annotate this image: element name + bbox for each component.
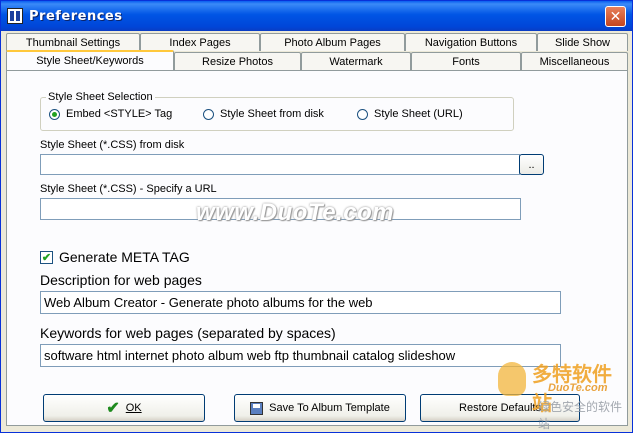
- description-input[interactable]: Web Album Creator - Generate photo album…: [40, 291, 561, 314]
- save-template-label: Save To Album Template: [269, 402, 390, 414]
- tab-row-1: Thumbnail Settings Index Pages Photo Alb…: [6, 33, 628, 51]
- save-to-album-template-button[interactable]: Save To Album Template: [234, 394, 406, 422]
- tab-watermark[interactable]: Watermark: [301, 52, 411, 70]
- generate-meta-tag-checkbox[interactable]: ✔ Generate META TAG: [40, 249, 190, 265]
- floppy-disk-icon: [250, 401, 264, 415]
- checkbox-check-icon[interactable]: ✔: [40, 250, 53, 264]
- book-icon: [7, 8, 23, 24]
- radio-style-sheet-url[interactable]: Style Sheet (URL): [357, 108, 463, 120]
- radio-embed-label: Embed <STYLE> Tag: [66, 108, 173, 120]
- window-title: Preferences: [29, 8, 123, 24]
- radio-indicator-selected[interactable]: [49, 108, 60, 120]
- keywords-label: Keywords for web pages (separated by spa…: [40, 325, 336, 341]
- radio-indicator[interactable]: [203, 108, 214, 120]
- checkmark-icon: ✔: [106, 400, 120, 417]
- tab-style-sheet-keywords[interactable]: Style Sheet/Keywords: [6, 50, 174, 70]
- tab-fonts[interactable]: Fonts: [411, 52, 521, 70]
- radio-indicator[interactable]: [357, 108, 368, 120]
- radio-embed-style-tag[interactable]: Embed <STYLE> Tag: [49, 108, 172, 120]
- css-disk-label: Style Sheet (*.CSS) from disk: [40, 139, 185, 151]
- tab-photo-album-pages[interactable]: Photo Album Pages: [260, 33, 405, 51]
- ok-button[interactable]: ✔ OK: [43, 394, 205, 422]
- css-disk-input[interactable]: [40, 154, 520, 175]
- restore-defaults-button[interactable]: Restore Defaults: [420, 394, 580, 422]
- css-url-input[interactable]: [40, 198, 521, 220]
- tab-navigation-buttons[interactable]: Navigation Buttons: [405, 33, 537, 51]
- keywords-input[interactable]: software html internet photo album web f…: [40, 344, 561, 367]
- style-sheet-selection-label: Style Sheet Selection: [46, 91, 155, 103]
- close-button[interactable]: ✕: [605, 6, 626, 27]
- browse-button[interactable]: ..: [519, 154, 544, 175]
- tab-slide-show[interactable]: Slide Show: [537, 33, 628, 51]
- css-url-label: Style Sheet (*.CSS) - Specify a URL: [40, 183, 217, 195]
- description-label: Description for web pages: [40, 272, 202, 288]
- radio-style-sheet-disk[interactable]: Style Sheet from disk: [203, 108, 324, 120]
- radio-url-label: Style Sheet (URL): [374, 108, 463, 120]
- tab-index-pages[interactable]: Index Pages: [140, 33, 260, 51]
- generate-meta-tag-label: Generate META TAG: [59, 249, 190, 265]
- radio-disk-label: Style Sheet from disk: [220, 108, 324, 120]
- tab-resize-photos[interactable]: Resize Photos: [174, 52, 301, 70]
- tab-thumbnail-settings[interactable]: Thumbnail Settings: [6, 33, 140, 51]
- ok-label: OK: [125, 402, 142, 414]
- restore-defaults-label: Restore Defaults: [459, 402, 541, 414]
- title-bar[interactable]: Preferences ✕: [1, 1, 632, 31]
- tab-miscellaneous[interactable]: Miscellaneous: [521, 52, 628, 70]
- tab-row-2: Style Sheet/Keywords Resize Photos Water…: [6, 50, 628, 70]
